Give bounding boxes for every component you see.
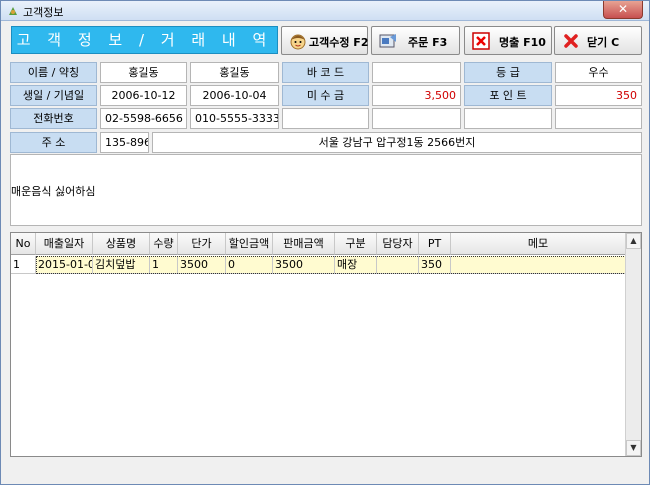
delete-label: 명출 F10 [499,36,546,49]
cell-date: 2015-01-09 [36,256,93,274]
receivable-label: 미 수 금 [282,85,369,106]
scroll-up-icon[interactable]: ▲ [626,233,641,249]
nickname-field[interactable]: 홍길동 [190,62,279,83]
col-header-pt[interactable]: PT [419,233,451,255]
cell-qty: 1 [150,256,178,274]
page-title: 고 객 정 보 / 거 래 내 역 [11,26,278,54]
close-dialog-button[interactable]: 닫기 C [554,26,642,55]
col-header-no[interactable]: No [11,233,36,255]
point-field[interactable]: 350 [555,85,642,106]
customer-face-icon [290,34,306,50]
anniversary-field[interactable]: 2006-10-04 [190,85,279,106]
grid-header: No 매출일자 상품명 수량 단가 할인금액 판매금액 구분 담당자 PT 메모 [11,233,626,255]
col-header-qty[interactable]: 수량 [150,233,178,255]
barcode-label: 바 코 드 [282,62,369,83]
sales-history-grid[interactable]: No 매출일자 상품명 수량 단가 할인금액 판매금액 구분 담당자 PT 메모… [10,232,642,457]
name-label: 이름 / 약칭 [10,62,97,83]
name-field[interactable]: 홍길동 [100,62,187,83]
address-field[interactable]: 서울 강남구 압구정1동 2566번지 [152,132,642,153]
col-header-sale-amount[interactable]: 판매금액 [273,233,335,255]
edit-customer-label: 고객수정 F2 [309,36,369,49]
col-header-staff[interactable]: 담당자 [377,233,419,255]
window-close-button[interactable]: ✕ [603,1,643,19]
cell-discount: 0 [226,256,273,274]
birthday-field[interactable]: 2006-10-12 [100,85,187,106]
receivable-field[interactable]: 3,500 [372,85,461,106]
cell-price: 3500 [178,256,226,274]
window-title: 고객정보 [23,6,64,19]
cell-pt: 350 [419,256,451,274]
cell-product: 김치덮밥 [93,256,150,274]
col-header-discount[interactable]: 할인금액 [226,233,273,255]
extra-field-2[interactable] [372,108,461,129]
order-button[interactable]: 주문 F3 [371,26,460,55]
edit-customer-button[interactable]: 고객수정 F2 [281,26,368,55]
phone1-field[interactable]: 02-5598-6656 [100,108,187,129]
order-icon [379,34,396,48]
extra-field-3[interactable] [464,108,552,129]
point-label: 포 인 트 [464,85,552,106]
extra-field-4[interactable] [555,108,642,129]
cell-staff [377,256,419,274]
cell-memo [451,256,626,274]
cancel-x-icon [564,34,578,48]
extra-field-1[interactable] [282,108,369,129]
vertical-scrollbar[interactable]: ▲ ▼ [625,233,641,456]
cell-sale-amount: 3500 [273,256,335,274]
zipcode-field[interactable]: 135-896 [100,132,149,153]
cell-type: 매장 [335,256,377,274]
col-header-product[interactable]: 상품명 [93,233,150,255]
barcode-field[interactable] [372,62,461,83]
col-header-memo[interactable]: 메모 [451,233,626,255]
phone-label: 전화번호 [10,108,97,129]
customer-info-window: 고객정보 ✕ 고 객 정 보 / 거 래 내 역 고객수정 F2 주문 F3 명… [0,0,650,485]
col-header-price[interactable]: 단가 [178,233,226,255]
order-label: 주문 F3 [408,36,448,49]
grade-field[interactable]: 우수 [555,62,642,83]
col-header-date[interactable]: 매출일자 [36,233,93,255]
delete-button[interactable]: 명출 F10 [464,26,552,55]
scroll-down-icon[interactable]: ▼ [626,440,641,456]
app-icon [9,7,17,15]
memo-box[interactable]: 매운음식 싫어하심 [10,154,642,226]
delete-x-icon [472,32,490,50]
table-row[interactable]: 1 2015-01-09 김치덮밥 1 3500 0 3500 매장 350 [11,256,626,274]
close-icon: ✕ [617,2,629,16]
col-header-type[interactable]: 구분 [335,233,377,255]
grade-label: 등 급 [464,62,552,83]
title-bar: 고객정보 ✕ [1,1,649,21]
address-label: 주 소 [10,132,97,153]
birthday-label: 생일 / 기념일 [10,85,97,106]
phone2-field[interactable]: 010-5555-3333 [190,108,279,129]
memo-text: 매운음식 싫어하심 [11,185,96,198]
cell-no: 1 [11,256,36,274]
close-dialog-label: 닫기 C [587,36,620,49]
